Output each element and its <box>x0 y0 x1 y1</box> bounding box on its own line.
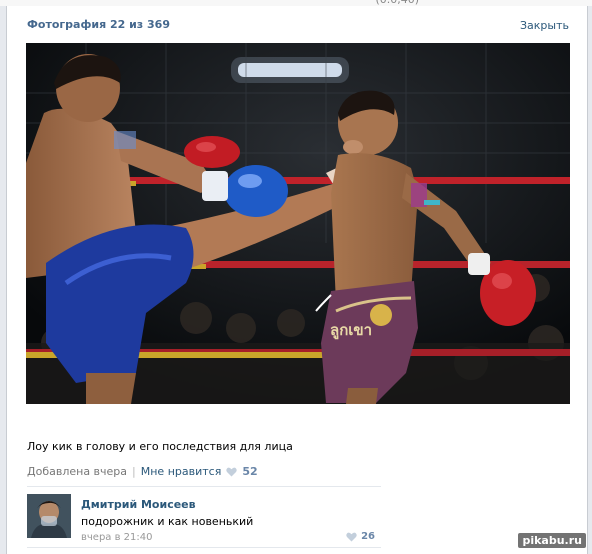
divider <box>27 486 381 487</box>
avatar[interactable] <box>27 494 71 538</box>
comment-time[interactable]: вчера в 21:40 <box>81 532 153 543</box>
heart-icon <box>346 532 357 541</box>
comment-like-count: 26 <box>361 531 375 542</box>
added-date: Добавлена вчера <box>27 465 128 478</box>
heart-icon[interactable] <box>226 467 238 477</box>
photo-meta: Добавлена вчера | Мне нравится 52 <box>27 465 258 478</box>
comment-author[interactable]: Дмитрий Моисеев <box>81 498 196 511</box>
svg-text:ลูกเขา: ลูกเขา <box>330 321 372 340</box>
like-button[interactable]: Мне нравится <box>141 465 222 478</box>
separator: | <box>132 465 136 478</box>
photo-caption: Лоу кик в голову и его последствия для л… <box>27 440 293 453</box>
divider <box>27 547 381 548</box>
like-count: 52 <box>242 465 258 478</box>
comment-like-button[interactable]: 26 <box>346 531 375 542</box>
comment-text: подорожник и как новенький <box>81 515 254 528</box>
comment-item: Дмитрий Моисеев подорожник и как новеньк… <box>27 494 381 544</box>
photo-image: ลูกเขา <box>26 43 570 404</box>
photo[interactable]: ลูกเขา <box>26 43 570 404</box>
photo-counter-title: Фотография 22 из 369 <box>27 18 170 31</box>
photo-viewer-dialog: Фотография 22 из 369 Закрыть ลูกเขา Лоу … <box>6 6 588 554</box>
watermark: pikabu.ru <box>518 533 586 548</box>
close-button[interactable]: Закрыть <box>520 19 569 32</box>
